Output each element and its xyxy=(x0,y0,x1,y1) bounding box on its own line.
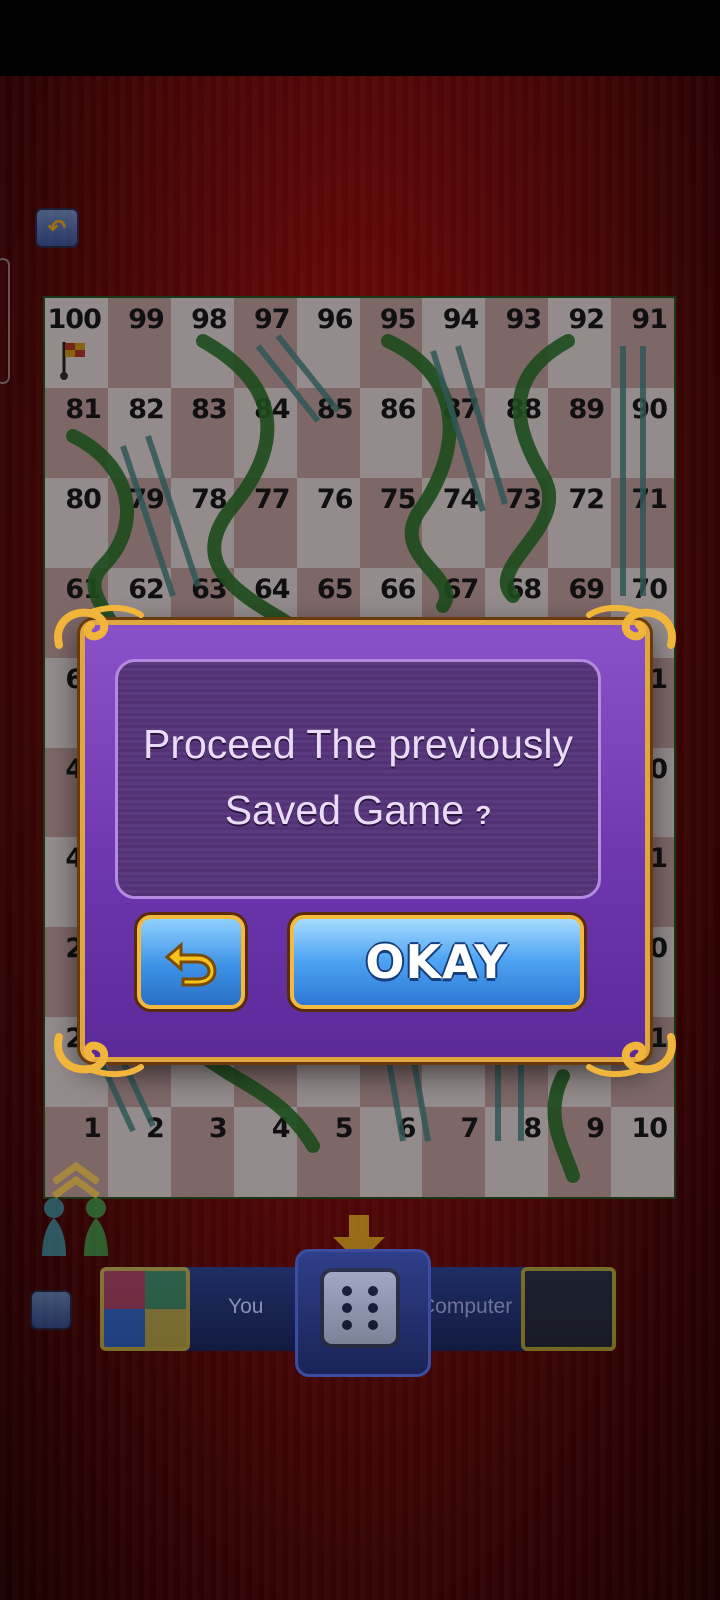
cancel-back-button[interactable] xyxy=(137,915,245,1009)
dialog-message-line2: Saved Game ? xyxy=(225,777,492,848)
ornament-corner-icon xyxy=(54,1033,144,1077)
ornament-corner-icon xyxy=(586,605,676,649)
resume-game-dialog: Proceed The previously Saved Game ? OKAY xyxy=(54,605,676,1077)
okay-button-label: OKAY xyxy=(365,935,509,989)
dice-button[interactable] xyxy=(295,1249,431,1377)
ornament-corner-icon xyxy=(586,1033,676,1077)
player-avatar xyxy=(100,1267,190,1351)
question-mark: ? xyxy=(475,799,492,830)
status-bar xyxy=(0,0,720,76)
double-chevron-up-icon xyxy=(51,1161,101,1199)
player-label: You xyxy=(228,1295,264,1318)
player-tokens xyxy=(42,1198,108,1256)
okay-button[interactable]: OKAY xyxy=(290,915,584,1009)
dialog-message-box: Proceed The previously Saved Game ? xyxy=(115,659,601,899)
opponent-avatar xyxy=(521,1267,616,1351)
ornament-corner-icon xyxy=(54,605,144,649)
side-drawer-handle[interactable] xyxy=(0,258,10,384)
settings-button[interactable] xyxy=(30,1290,72,1330)
dice-icon xyxy=(320,1268,400,1348)
dialog-message-text: Saved Game xyxy=(224,786,464,833)
undo-arrow-icon xyxy=(164,941,217,987)
opponent-label: Computer xyxy=(420,1295,513,1318)
finish-flag-icon xyxy=(60,342,85,380)
back-button[interactable]: ↶ xyxy=(35,208,79,248)
dialog-message-line1: Proceed The previously xyxy=(143,720,573,767)
